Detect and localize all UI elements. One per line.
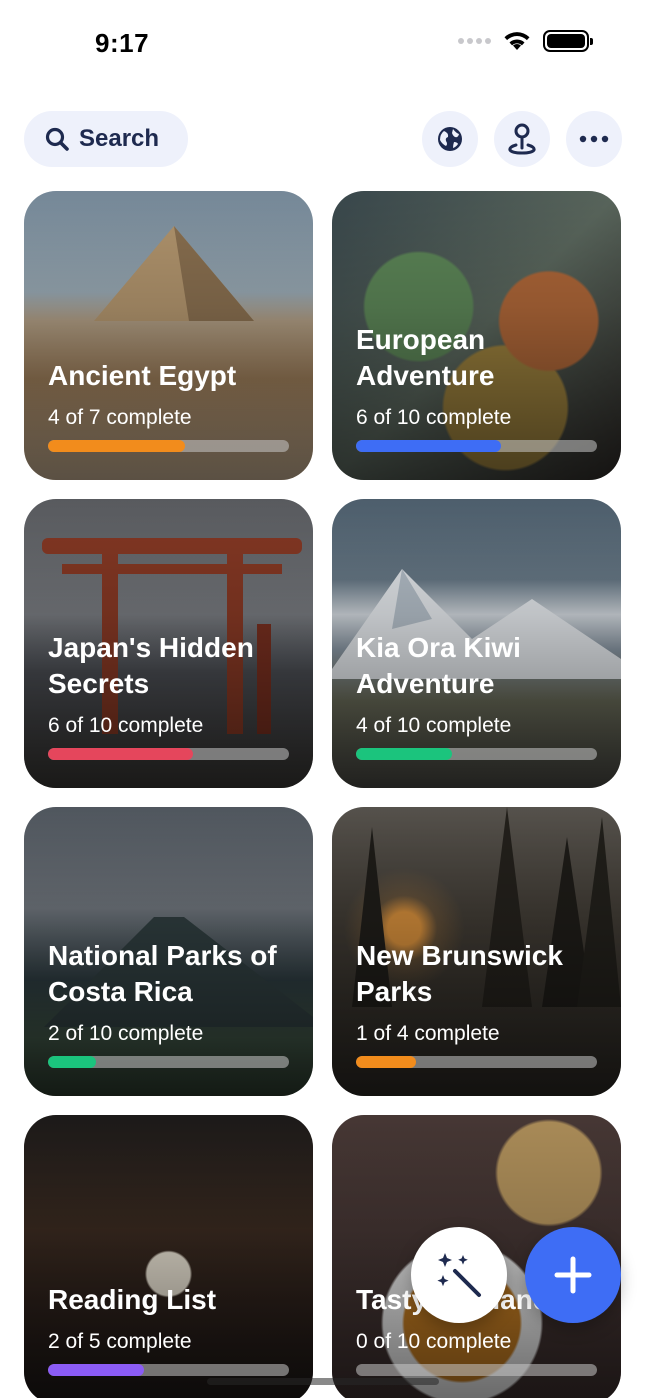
trip-progress-text: 2 of 10 complete <box>48 1022 204 1045</box>
magic-wand-icon <box>437 1253 481 1297</box>
progress-bar <box>356 748 453 760</box>
more-button[interactable] <box>566 111 622 167</box>
progress-bar <box>48 748 193 760</box>
plus-icon <box>554 1256 592 1294</box>
status-bar: 9:17 <box>0 0 645 90</box>
progress-bar <box>356 1056 417 1068</box>
trip-card-kia-ora-kiwi-adventure[interactable]: Kia Ora Kiwi Adventure 4 of 10 complete <box>332 499 621 788</box>
progress-bar <box>48 1056 97 1068</box>
trip-card-national-parks-of-costa-rica[interactable]: National Parks of Costa Rica 2 of 10 com… <box>24 807 313 1096</box>
magic-suggest-button[interactable] <box>411 1227 507 1323</box>
trip-title: Kia Ora Kiwi Adventure <box>356 632 521 699</box>
battery-icon <box>543 30 593 52</box>
more-icon <box>579 135 609 143</box>
search-icon <box>45 127 69 151</box>
trip-title: Reading List <box>48 1284 217 1315</box>
trip-progress-text: 4 of 7 complete <box>48 406 192 429</box>
trip-card-ancient-egypt[interactable]: Ancient Egypt 4 of 7 complete <box>24 191 313 480</box>
status-icons <box>458 30 593 52</box>
progress-track <box>356 1056 597 1068</box>
home-indicator[interactable] <box>207 1378 439 1385</box>
globe-icon <box>438 127 462 151</box>
trip-title: European Adventure <box>356 324 495 391</box>
progress-track <box>356 440 597 452</box>
trip-progress-text: 1 of 4 complete <box>356 1022 500 1045</box>
trip-progress-text: 4 of 10 complete <box>356 714 512 737</box>
add-trip-button[interactable] <box>525 1227 621 1323</box>
trip-title: Japan's Hidden Secrets <box>48 632 254 699</box>
signal-icon <box>458 38 491 44</box>
progress-bar <box>48 440 186 452</box>
trip-card-reading-list[interactable]: Reading List 2 of 5 complete <box>24 1115 313 1398</box>
progress-track <box>48 748 289 760</box>
wifi-icon <box>504 32 530 50</box>
trip-card-european-adventure[interactable]: European Adventure 6 of 10 complete <box>332 191 621 480</box>
trip-progress-text: 2 of 5 complete <box>48 1330 192 1353</box>
progress-track <box>356 1364 597 1376</box>
progress-bar <box>48 1364 145 1376</box>
search-label: Search <box>79 125 160 152</box>
trip-title: National Parks of Costa Rica <box>48 940 277 1007</box>
progress-bar <box>356 440 501 452</box>
map-pin-icon <box>508 123 536 155</box>
trip-progress-text: 0 of 10 complete <box>356 1330 512 1353</box>
progress-track <box>48 440 289 452</box>
toolbar: Search <box>24 111 622 167</box>
progress-track <box>48 1364 289 1376</box>
search-button[interactable]: Search <box>24 111 188 167</box>
progress-track <box>48 1056 289 1068</box>
progress-track <box>356 748 597 760</box>
trip-progress-text: 6 of 10 complete <box>356 406 512 429</box>
trip-title: Ancient Egypt <box>48 360 237 391</box>
trip-title: New Brunswick Parks <box>356 940 563 1007</box>
trip-card-new-brunswick-parks[interactable]: New Brunswick Parks 1 of 4 complete <box>332 807 621 1096</box>
map-pin-button[interactable] <box>494 111 550 167</box>
trip-card-japans-hidden-secrets[interactable]: Japan's Hidden Secrets 6 of 10 complete <box>24 499 313 788</box>
globe-button[interactable] <box>422 111 478 167</box>
trip-progress-text: 6 of 10 complete <box>48 714 204 737</box>
status-time: 9:17 <box>95 28 150 58</box>
